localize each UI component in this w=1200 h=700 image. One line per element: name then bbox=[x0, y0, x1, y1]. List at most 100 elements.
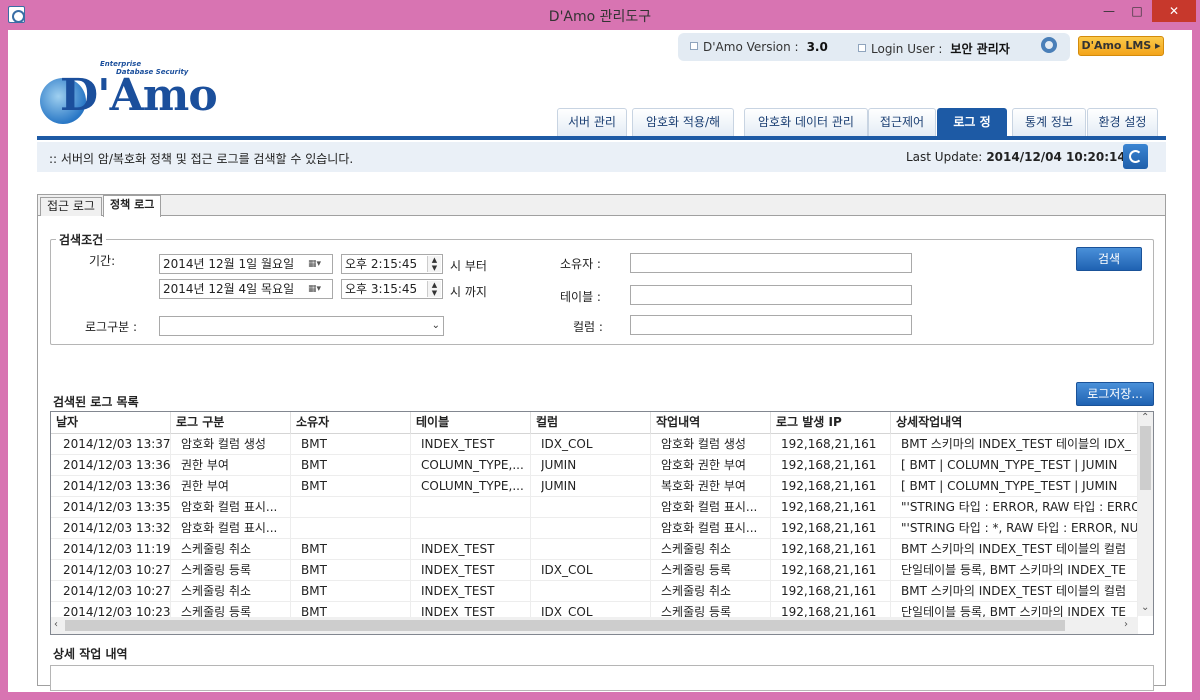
table-row[interactable]: 2014/12/03 13:32,... 암호화 컬럼 표시... 암호화 컬럼 표… bbox=[51, 518, 1138, 539]
save-log-button[interactable]: 로그저장... bbox=[1076, 382, 1154, 406]
calendar-icon[interactable]: ▦▾ bbox=[308, 283, 328, 295]
table-input[interactable] bbox=[630, 285, 912, 305]
table-row[interactable]: 2014/12/03 11:19,... 스케줄링 취소 BMT INDEX_TEST… bbox=[51, 539, 1138, 560]
menu-settings[interactable]: 환경 설정 bbox=[1087, 108, 1158, 136]
login-bullet-icon bbox=[858, 44, 866, 52]
cell-ip: 192,168,21,161 bbox=[781, 455, 891, 476]
results-title: 검색된 로그 목록 bbox=[53, 395, 139, 409]
minimize-button[interactable]: — bbox=[1096, 0, 1122, 22]
table-row[interactable]: 2014/12/03 13:35,... 암호화 컬럼 표시... 암호화 컬럼 표… bbox=[51, 497, 1138, 518]
column-label: 컬럼 : bbox=[573, 320, 603, 334]
scroll-down-icon[interactable]: ⌄ bbox=[1141, 602, 1149, 613]
owner-input[interactable] bbox=[630, 253, 912, 273]
cell-owner: BMT bbox=[301, 476, 411, 497]
cell-owner bbox=[301, 518, 411, 539]
refresh-icon[interactable] bbox=[1123, 144, 1148, 169]
cell-log-type: 권한 부여 bbox=[181, 455, 291, 476]
cell-ip: 192,168,21,161 bbox=[781, 497, 891, 518]
log-type-select[interactable]: ⌄ bbox=[159, 316, 444, 336]
table-row[interactable]: 2014/12/03 13:37,... 암호화 컬럼 생성 BMT INDEX_TE… bbox=[51, 434, 1138, 455]
cell-date: 2014/12/03 11:19,... bbox=[63, 539, 171, 560]
window-titlebar: D'Amo 관리도구 — □ ✕ bbox=[0, 0, 1200, 30]
calendar-icon[interactable]: ▦▾ bbox=[308, 258, 328, 270]
cell-action: 복호화 권한 부여 bbox=[661, 476, 771, 497]
table-row[interactable]: 2014/12/03 13:36,... 권한 부여 BMT COLUMN_TYPE,… bbox=[51, 476, 1138, 497]
date-from-picker[interactable]: 2014년 12월 1일 월요일 ▦▾ bbox=[159, 254, 333, 274]
cell-table: COLUMN_TYPE,... bbox=[421, 476, 531, 497]
maximize-button[interactable]: □ bbox=[1124, 0, 1150, 22]
last-update: Last Update: 2014/12/04 10:20:14 bbox=[906, 150, 1126, 164]
cell-table: INDEX_TEST bbox=[421, 581, 531, 602]
cell-owner: BMT bbox=[301, 539, 411, 560]
cell-log-type: 스케줄링 등록 bbox=[181, 560, 291, 581]
gear-icon[interactable] bbox=[1041, 37, 1057, 53]
time-from-picker[interactable]: 오후 2:15:45 ▲ ▼ bbox=[341, 254, 443, 274]
cell-table bbox=[421, 518, 531, 539]
owner-label: 소유자 : bbox=[560, 257, 601, 271]
cell-detail: BMT 스키마의 INDEX_TEST 테이블의 컬럼 bbox=[901, 539, 1138, 560]
menu-statistics[interactable]: 통계 정보 bbox=[1012, 108, 1086, 136]
column-input[interactable] bbox=[630, 315, 912, 335]
description-bar: :: 서버의 암/복호화 정책 및 접근 로그를 검색할 수 있습니다. Las… bbox=[37, 142, 1166, 172]
cell-ip: 192,168,21,161 bbox=[781, 434, 891, 455]
menu-encryption-apply[interactable]: 암호화 적용/해제 bbox=[632, 108, 734, 156]
cell-action: 암호화 컬럼 표시... bbox=[661, 497, 771, 518]
cell-detail: [ BMT | COLUMN_TYPE_TEST | JUMIN bbox=[901, 455, 1138, 476]
log-table: 날자 로그 구분 소유자 테이블 컬럼 작업내역 로그 발생 IP 상세작업내역 2014/1… bbox=[50, 411, 1154, 635]
cell-date: 2014/12/03 13:32,... bbox=[63, 518, 171, 539]
table-row[interactable]: 2014/12/03 10:27,... 스케줄링 취소 BMT INDEX_TEST… bbox=[51, 581, 1138, 602]
scroll-right-icon[interactable]: › bbox=[1124, 619, 1128, 630]
column-header-detail[interactable]: 상세작업내역 bbox=[891, 412, 1138, 434]
date-to-picker[interactable]: 2014년 12월 4일 목요일 ▦▾ bbox=[159, 279, 333, 299]
column-header-log-type[interactable]: 로그 구분 bbox=[171, 412, 291, 434]
time-from-value: 오후 2:15:45 bbox=[345, 257, 418, 271]
column-header-column[interactable]: 컬럼 bbox=[531, 412, 651, 434]
menu-access-control[interactable]: 접근제어 bbox=[868, 108, 936, 136]
column-header-owner[interactable]: 소유자 bbox=[291, 412, 411, 434]
cell-date: 2014/12/03 13:35,... bbox=[63, 497, 171, 518]
to-suffix: 시 까지 bbox=[450, 285, 487, 299]
chevron-down-icon[interactable]: ⌄ bbox=[432, 317, 440, 335]
cell-detail: BMT 스키마의 INDEX_TEST 테이블의 컬럼 bbox=[901, 581, 1138, 602]
cell-log-type: 암호화 컬럼 생성 bbox=[181, 434, 291, 455]
tab-access-log[interactable]: 접근 로그 bbox=[40, 197, 102, 216]
close-button[interactable]: ✕ bbox=[1152, 0, 1196, 22]
table-row[interactable]: 2014/12/03 13:36,... 권한 부여 BMT COLUMN_TYPE,… bbox=[51, 455, 1138, 476]
detail-textbox[interactable] bbox=[50, 665, 1154, 691]
logo-sub-enterprise: Enterprise bbox=[100, 60, 142, 68]
scroll-up-icon[interactable]: ⌃ bbox=[1141, 412, 1149, 423]
from-suffix: 시 부터 bbox=[450, 259, 487, 273]
version-bullet-icon bbox=[690, 42, 698, 50]
damo-lms-button[interactable]: D'Amo LMS ▸ bbox=[1078, 36, 1164, 56]
cell-column: IDX_COL bbox=[541, 434, 651, 455]
log-panel: 접근 로그 정책 로그 검색조건 기간: 2014년 12월 1일 월요일 ▦▾… bbox=[37, 194, 1166, 691]
column-header-table[interactable]: 테이블 bbox=[411, 412, 531, 434]
logo-text: D'Amo bbox=[60, 70, 218, 121]
column-header-ip[interactable]: 로그 발생 IP bbox=[771, 412, 891, 434]
scroll-left-icon[interactable]: ‹ bbox=[54, 619, 58, 630]
menu-encrypted-data[interactable]: 암호화 데이터 관리 bbox=[744, 108, 868, 136]
logo-sub-database-security: Database Security bbox=[116, 68, 189, 76]
column-header-action[interactable]: 작업내역 bbox=[651, 412, 771, 434]
table-row[interactable]: 2014/12/03 10:27,... 스케줄링 등록 BMT INDEX_TEST… bbox=[51, 560, 1138, 581]
time-to-picker[interactable]: 오후 3:15:45 ▲ ▼ bbox=[341, 279, 443, 299]
menu-server[interactable]: 서버 관리 bbox=[557, 108, 627, 136]
period-label: 기간: bbox=[89, 254, 116, 268]
time-spinner-icon[interactable]: ▲ ▼ bbox=[427, 281, 441, 297]
vertical-scrollbar[interactable]: ⌃ ⌄ bbox=[1138, 412, 1153, 616]
horizontal-scrollbar[interactable]: ‹ › bbox=[51, 617, 1138, 634]
column-header-date[interactable]: 날자 bbox=[51, 412, 171, 434]
cell-column: IDX_COL bbox=[541, 560, 651, 581]
vertical-scroll-thumb[interactable] bbox=[1140, 426, 1151, 490]
cell-detail: "'STRING 타입 : *, RAW 타입 : ERROR, NU bbox=[901, 518, 1138, 539]
horizontal-scroll-thumb[interactable] bbox=[65, 620, 1065, 631]
cell-column: JUMIN bbox=[541, 476, 651, 497]
detail-title: 상세 작업 내역 bbox=[53, 647, 128, 661]
search-button[interactable]: 검색 bbox=[1076, 247, 1142, 271]
login-info: Login User : 보안 관리자 bbox=[858, 40, 1010, 57]
tab-policy-log[interactable]: 정책 로그 bbox=[103, 195, 162, 217]
time-spinner-icon[interactable]: ▲ ▼ bbox=[427, 256, 441, 272]
cell-column bbox=[541, 539, 651, 560]
cell-table: COLUMN_TYPE,... bbox=[421, 455, 531, 476]
menu-log-info[interactable]: 로그 정보 bbox=[937, 108, 1007, 156]
